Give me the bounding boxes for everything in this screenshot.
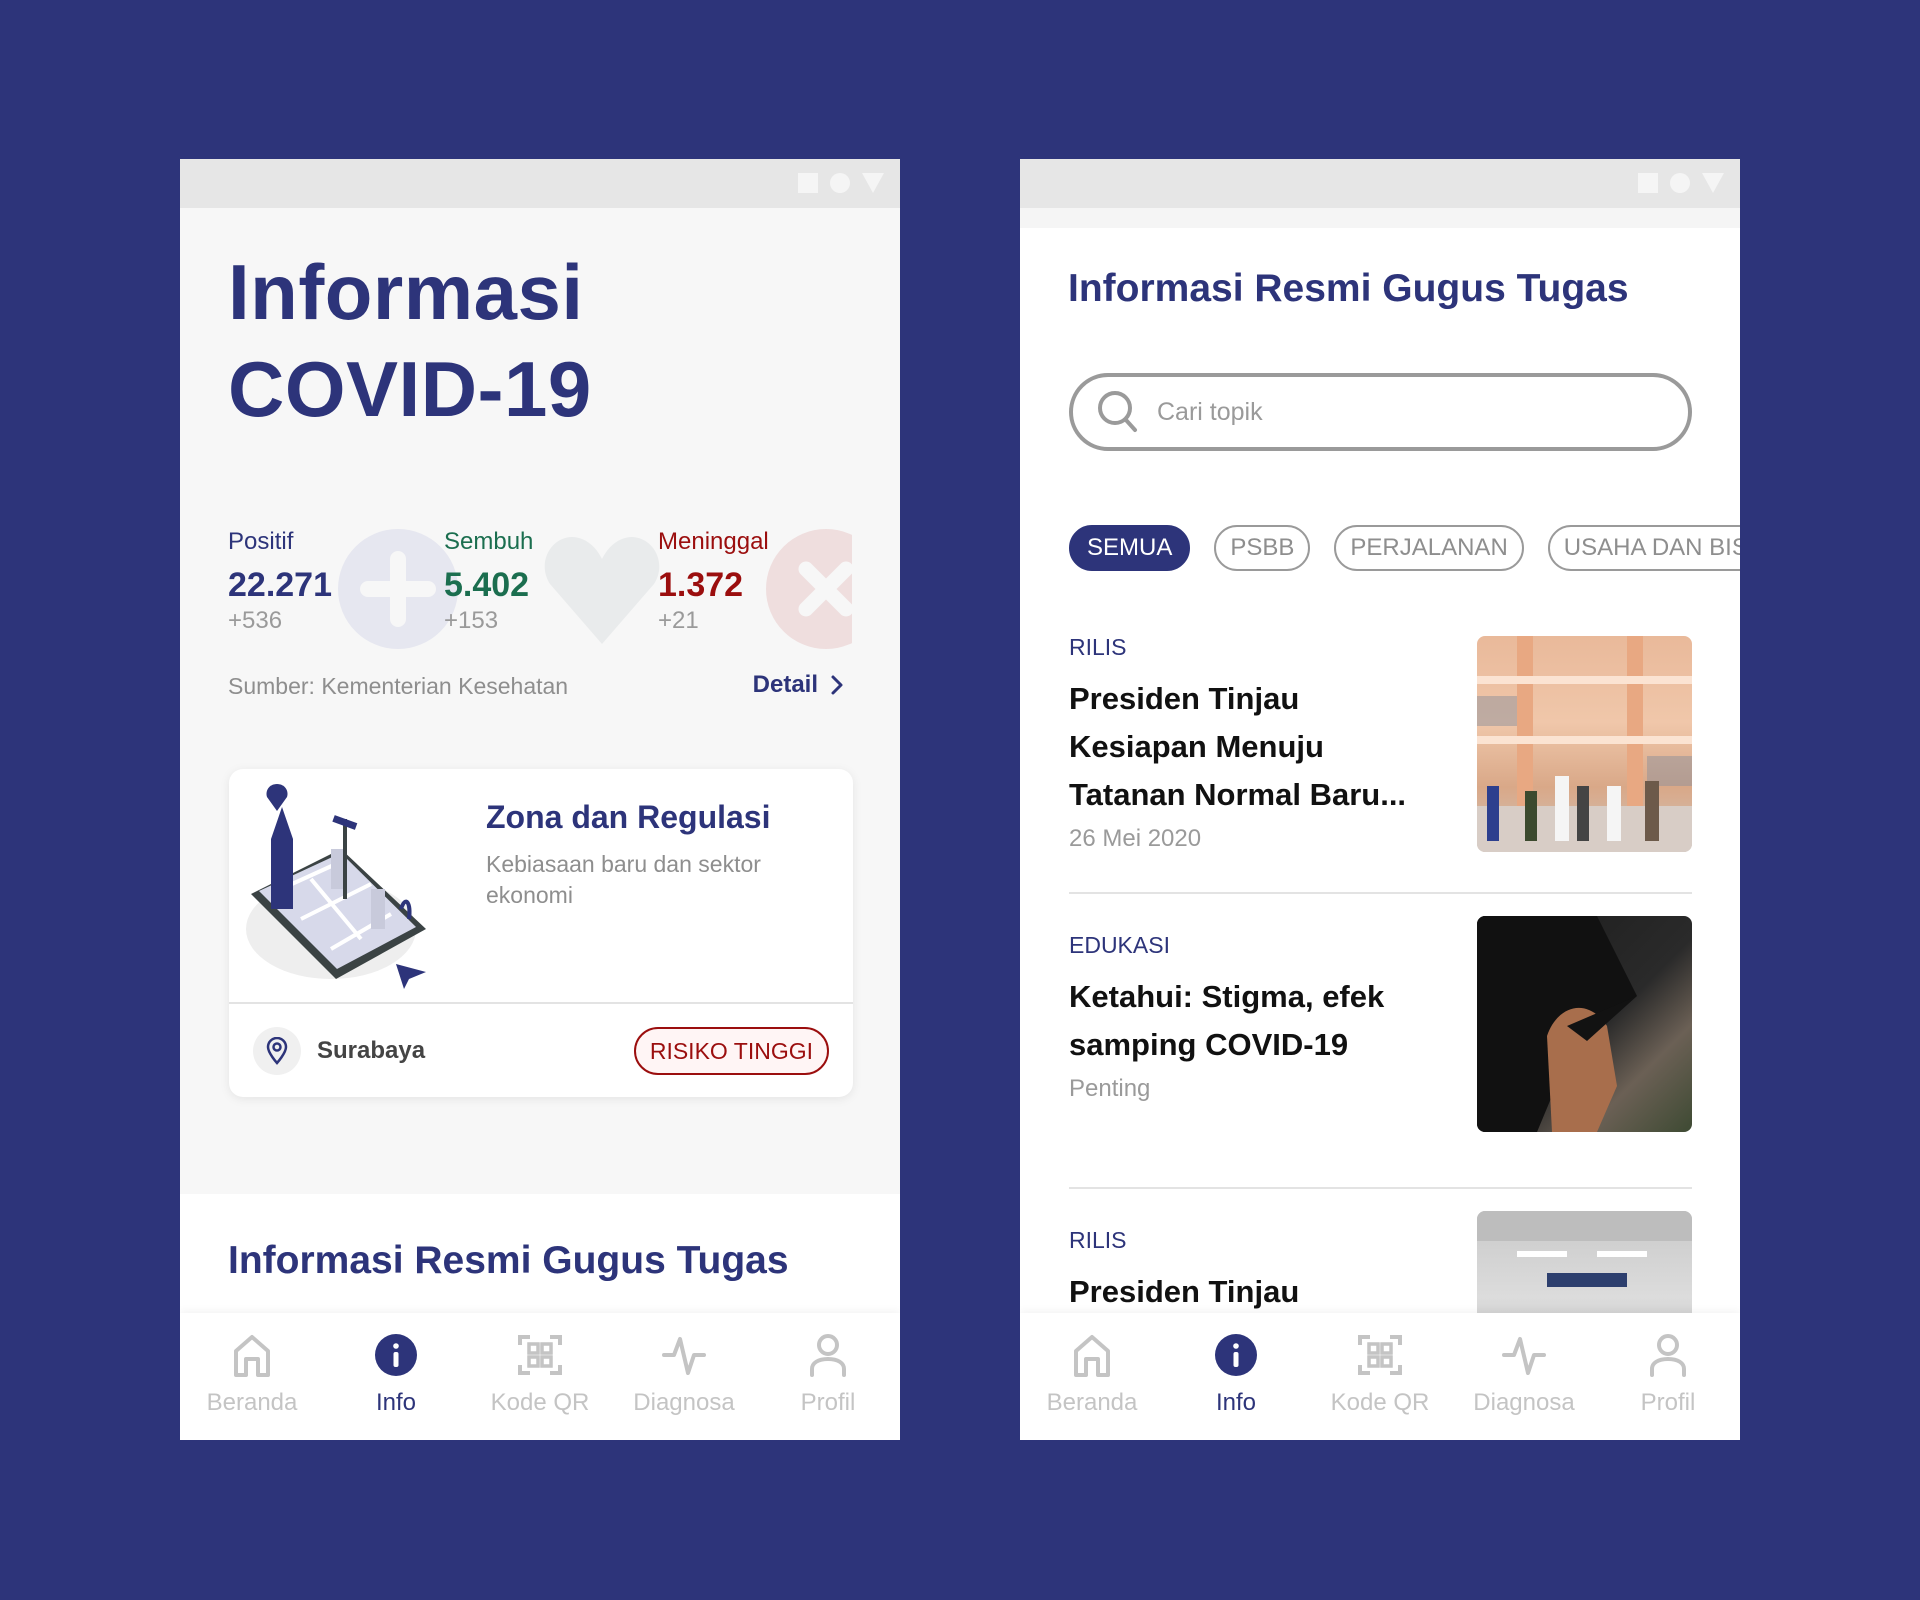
news-title: Presiden Tinjau Kesiapan Menuju Tatanan … bbox=[1069, 681, 1407, 812]
nav-label: Diagnosa bbox=[633, 1389, 735, 1416]
news-divider bbox=[1069, 892, 1692, 894]
search-field[interactable] bbox=[1069, 373, 1692, 451]
status-bar bbox=[180, 159, 900, 208]
nav-label: Profil bbox=[800, 1389, 856, 1416]
news-item[interactable]: RILIS Presiden Tinjau Kesiapan Menuju Ta… bbox=[1069, 634, 1692, 853]
news-title: Ketahui: Stigma, efek samping COVID-19 bbox=[1069, 979, 1385, 1062]
search-input[interactable] bbox=[1157, 397, 1637, 427]
stat-positif: Positif 22.271 +536 bbox=[228, 527, 458, 657]
stat-value: 1.372 bbox=[658, 566, 744, 604]
detail-link[interactable]: Detail bbox=[753, 671, 844, 699]
status-circle-icon bbox=[1670, 173, 1690, 193]
nav-item-beranda[interactable]: Beranda bbox=[1020, 1313, 1164, 1440]
bottom-navigation: Beranda Info Kode QR Diagnosa Profil bbox=[180, 1313, 900, 1440]
mall-press-conference-photo bbox=[1477, 636, 1692, 852]
nav-item-profil[interactable]: Profil bbox=[756, 1313, 900, 1440]
nav-item-diagnosa[interactable]: Diagnosa bbox=[1452, 1313, 1596, 1440]
nav-label: Kode QR bbox=[1330, 1389, 1430, 1416]
chip-perjalanan[interactable]: PERJALANAN bbox=[1334, 525, 1524, 571]
nav-label: Kode QR bbox=[490, 1389, 590, 1416]
search-icon bbox=[1098, 391, 1137, 432]
nav-label: Info bbox=[1215, 1389, 1257, 1416]
nav-label: Beranda bbox=[206, 1389, 298, 1416]
card-title: Zona dan Regulasi bbox=[486, 799, 771, 835]
info-icon bbox=[1215, 1334, 1257, 1376]
status-circle-icon bbox=[830, 173, 850, 193]
status-triangle-icon bbox=[862, 173, 884, 193]
zone-regulation-card[interactable]: Zona dan Regulasi Kebiasaan baru dan sek… bbox=[229, 769, 853, 1097]
nav-item-info[interactable]: Info bbox=[324, 1313, 468, 1440]
user-icon bbox=[810, 1334, 846, 1377]
nav-label: Beranda bbox=[1046, 1389, 1138, 1416]
stat-delta: +153 bbox=[444, 607, 499, 634]
category-filter-chips: SEMUA PSBB PERJALANAN USAHA DAN BISNIS bbox=[1069, 525, 1740, 571]
home-icon bbox=[1074, 1335, 1110, 1377]
nav-item-profil[interactable]: Profil bbox=[1596, 1313, 1740, 1440]
data-source: Sumber: Kementerian Kesehatan bbox=[228, 673, 569, 699]
nav-item-diagnosa[interactable]: Diagnosa bbox=[612, 1313, 756, 1440]
location-pin-icon bbox=[253, 1027, 301, 1075]
news-item[interactable]: RILIS Presiden Tinjau bbox=[1069, 1211, 1692, 1427]
card-divider bbox=[229, 1002, 853, 1004]
page-title: Informasi Resmi Gugus Tugas bbox=[1068, 267, 1629, 310]
stat-value: 22.271 bbox=[228, 566, 332, 604]
news-item[interactable]: EDUKASI Ketahui: Stigma, efek samping CO… bbox=[1069, 916, 1692, 1132]
stat-label: Meninggal bbox=[658, 528, 769, 555]
status-square-icon bbox=[798, 173, 818, 193]
stat-value: 5.402 bbox=[444, 566, 530, 604]
page-title-line1: Informasi bbox=[228, 248, 584, 336]
stat-meninggal: Meninggal 1.372 +21 bbox=[658, 527, 868, 657]
chevron-right-icon bbox=[831, 675, 843, 695]
news-divider bbox=[1069, 1187, 1692, 1189]
pulse-icon bbox=[1502, 1337, 1546, 1375]
person-covering-face-photo bbox=[1477, 916, 1692, 1132]
stat-delta: +21 bbox=[658, 607, 699, 634]
chip-usaha-dan-bisnis[interactable]: USAHA DAN BISNIS bbox=[1547, 525, 1740, 571]
nav-label: Info bbox=[375, 1389, 417, 1416]
city-map-illustration bbox=[246, 784, 426, 989]
header-strip bbox=[1020, 208, 1740, 228]
status-square-icon bbox=[1638, 173, 1658, 193]
info-icon bbox=[375, 1334, 417, 1376]
nav-item-info[interactable]: Info bbox=[1164, 1313, 1308, 1440]
page-title: Informasi COVID-19 bbox=[228, 244, 592, 438]
status-triangle-icon bbox=[1702, 173, 1724, 193]
stat-label: Positif bbox=[228, 528, 294, 555]
section-title: Informasi Resmi Gugus Tugas bbox=[228, 1239, 789, 1282]
nav-label: Profil bbox=[1640, 1389, 1696, 1416]
nav-item-kode-qr[interactable]: Kode QR bbox=[468, 1313, 612, 1440]
phone-screen-official-info: Informasi Resmi Gugus Tugas SEMUA PSBB P… bbox=[1020, 159, 1740, 1440]
nav-label: Diagnosa bbox=[1473, 1389, 1575, 1416]
chip-semua[interactable]: SEMUA bbox=[1069, 525, 1191, 571]
status-bar bbox=[1020, 159, 1740, 208]
card-subtitle: Kebiasaan baru dan sektor ekonomi bbox=[486, 851, 761, 908]
user-icon bbox=[1650, 1334, 1686, 1377]
news-title: Presiden Tinjau bbox=[1069, 1274, 1300, 1309]
stat-sembuh: Sembuh 5.402 +153 bbox=[444, 527, 660, 657]
location-name: Surabaya bbox=[317, 1037, 426, 1064]
home-icon bbox=[234, 1335, 270, 1377]
detail-label: Detail bbox=[752, 671, 818, 698]
qr-code-icon bbox=[518, 1335, 562, 1375]
chip-psbb[interactable]: PSBB bbox=[1214, 525, 1311, 571]
nav-item-kode-qr[interactable]: Kode QR bbox=[1308, 1313, 1452, 1440]
risk-badge: RISIKO TINGGI bbox=[633, 1027, 829, 1075]
nav-item-beranda[interactable]: Beranda bbox=[180, 1313, 324, 1440]
stat-label: Sembuh bbox=[444, 528, 534, 555]
page-title-line2: COVID-19 bbox=[228, 345, 592, 433]
stat-delta: +536 bbox=[228, 607, 283, 634]
phone-screen-covid-info: Informasi COVID-19 Positif 22.271 +536 S… bbox=[180, 159, 900, 1440]
qr-code-icon bbox=[1358, 1335, 1402, 1375]
pulse-icon bbox=[662, 1337, 706, 1375]
bottom-navigation: Beranda Info Kode QR Diagnosa Profil bbox=[1020, 1313, 1740, 1440]
